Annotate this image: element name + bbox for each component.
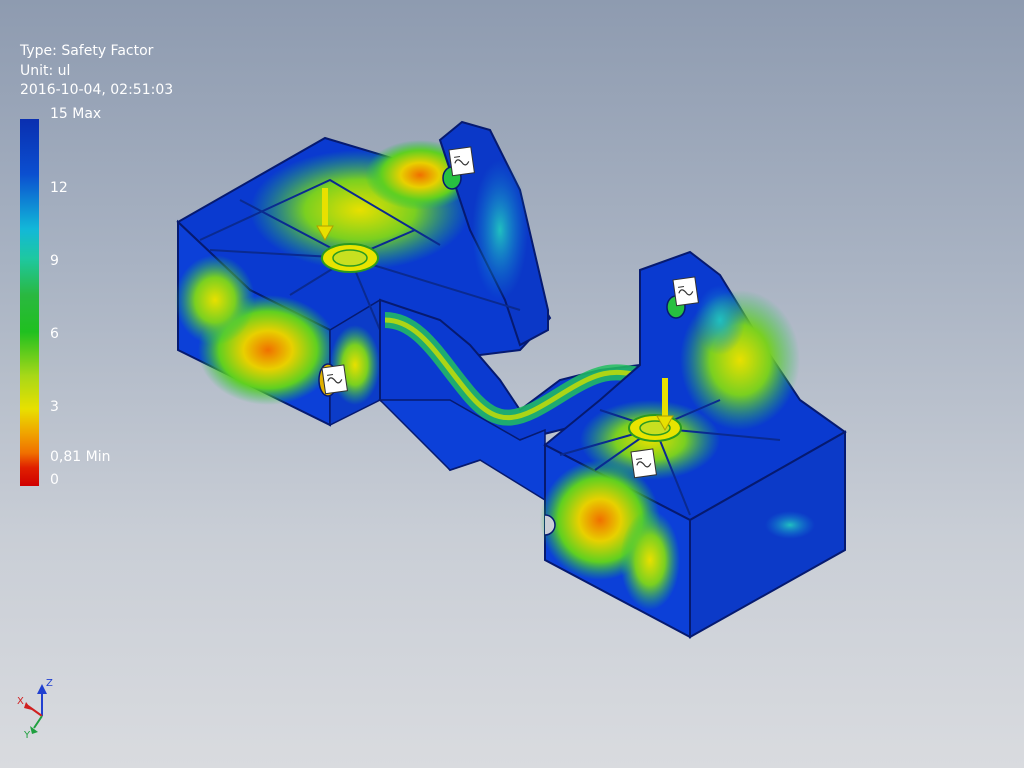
fea-model-view[interactable]: [0, 0, 1024, 768]
constraint-icon[interactable]: [672, 276, 699, 307]
right-block: [540, 250, 847, 639]
constraint-icon[interactable]: [630, 448, 657, 479]
constraint-icon[interactable]: [448, 146, 475, 177]
constraint-icon[interactable]: [321, 364, 348, 395]
triad-x-label: X: [17, 696, 24, 707]
triad-z-label: Z: [46, 678, 53, 689]
triad-y-label: Y: [23, 730, 31, 740]
view-triad-icon[interactable]: X Y Z: [16, 676, 64, 740]
